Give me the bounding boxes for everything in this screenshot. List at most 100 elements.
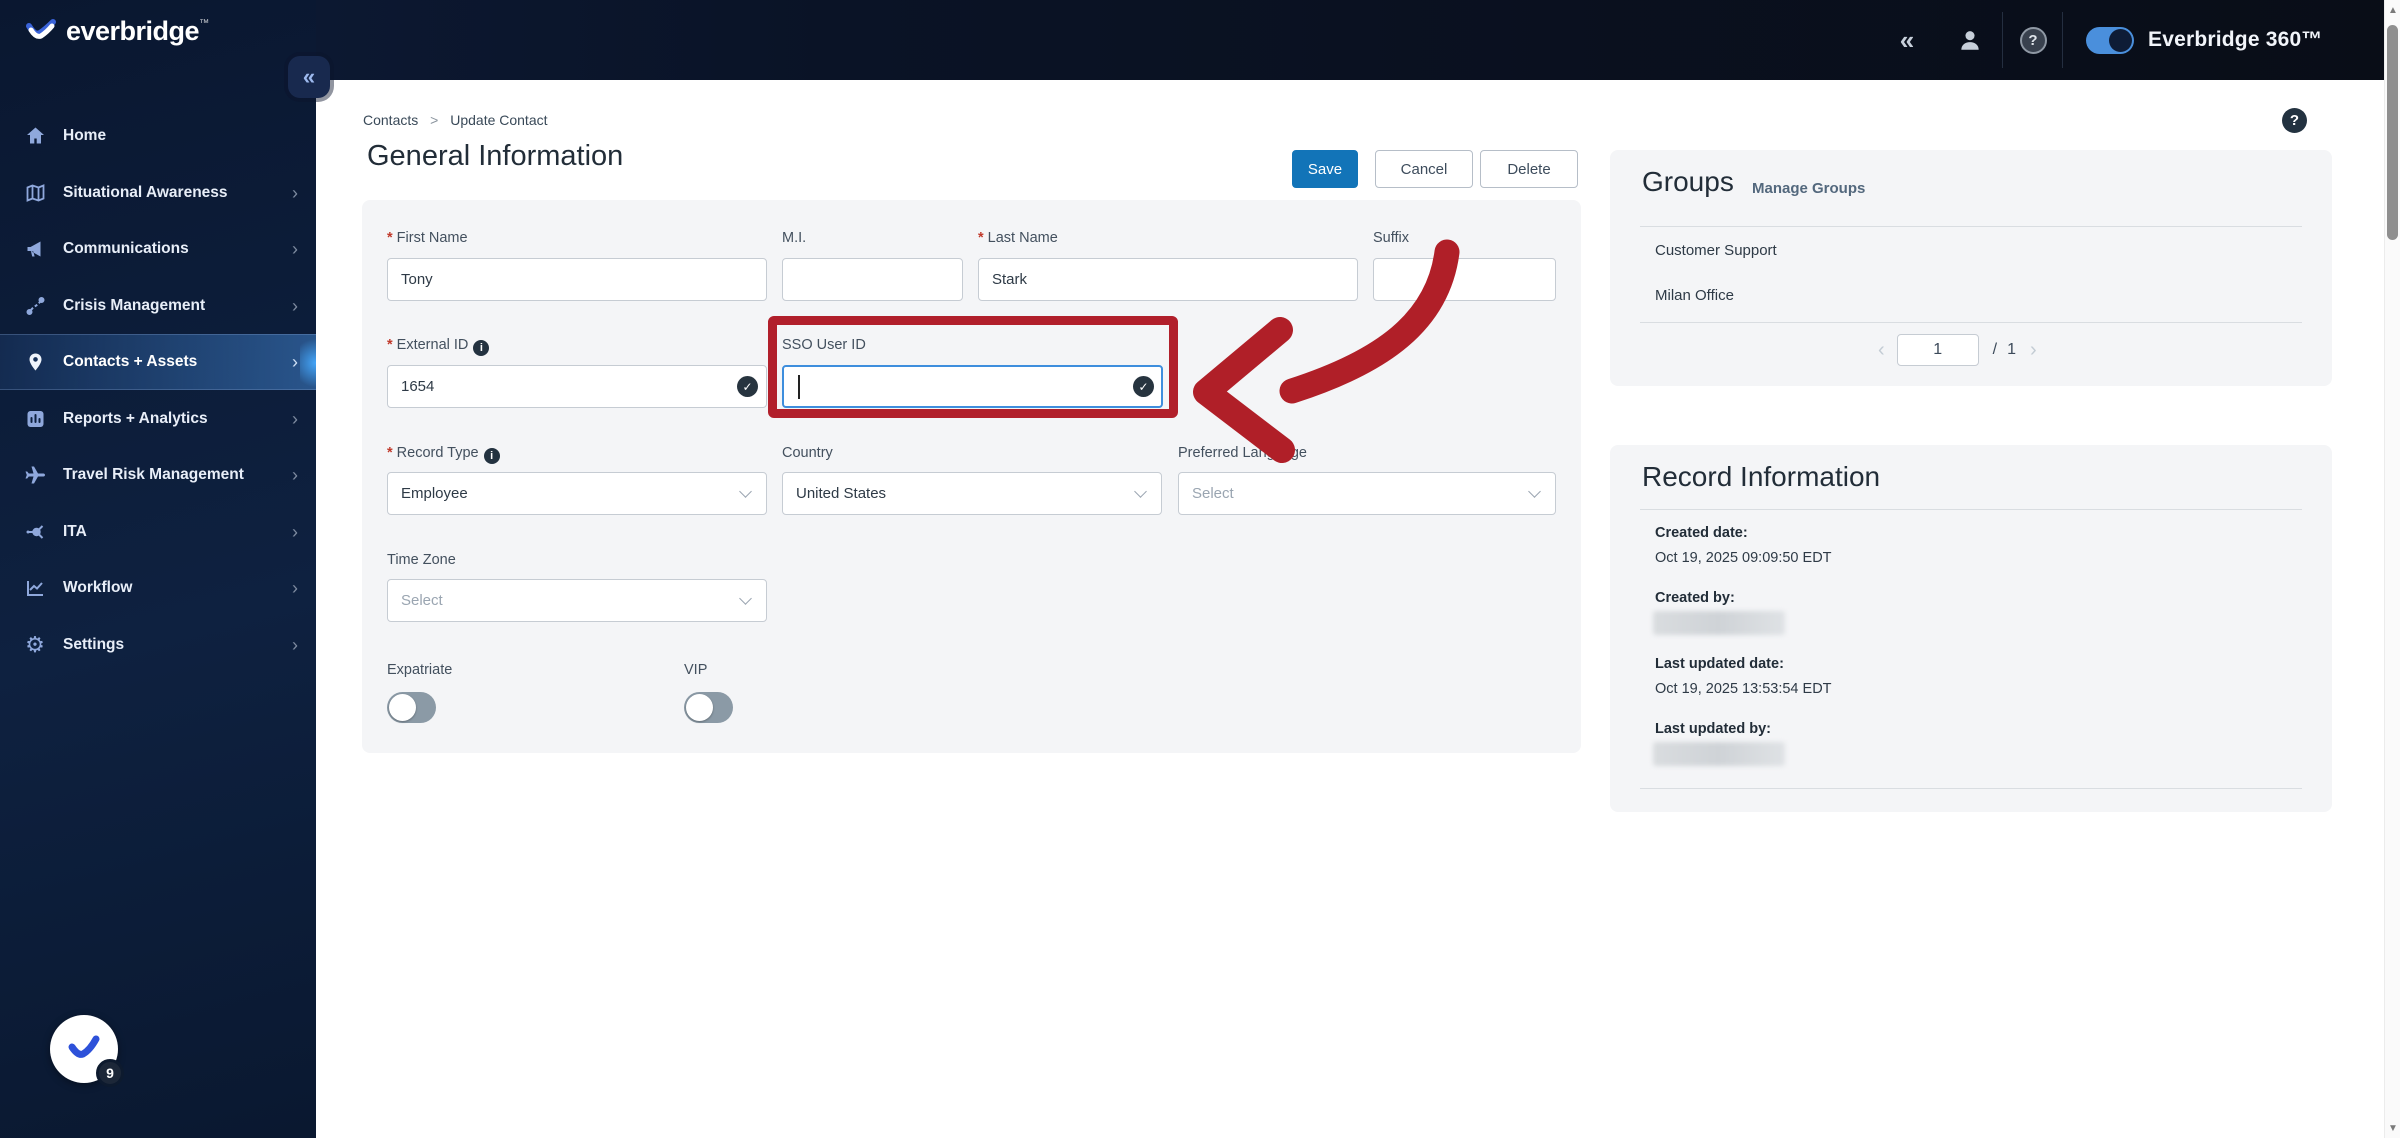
sidebar-item-contacts-assets[interactable]: Contacts + Assets › <box>0 334 316 391</box>
bar-chart-icon <box>22 409 48 429</box>
info-icon[interactable]: i <box>483 448 500 464</box>
breadcrumb: Contacts > Update Contact <box>363 112 548 128</box>
notification-badge: 9 <box>96 1059 124 1087</box>
last-name-input[interactable] <box>978 258 1358 301</box>
network-icon <box>22 522 48 542</box>
scroll-down-icon[interactable]: ▼ <box>2385 1120 2400 1136</box>
sidebar-item-label: ITA <box>63 523 87 540</box>
page-number-input[interactable]: 1 <box>1896 334 1979 366</box>
toggle-knob <box>686 694 713 721</box>
country-select[interactable]: United States <box>782 472 1162 515</box>
time-zone-label: Time Zone <box>387 552 456 568</box>
record-information-card: Record Information Created date: Oct 19,… <box>1610 445 2332 812</box>
chevron-right-icon: › <box>292 182 298 203</box>
preferred-language-select[interactable]: Select <box>1178 472 1556 515</box>
info-icon[interactable]: i <box>473 340 490 356</box>
record-type-select[interactable]: Employee <box>387 472 767 515</box>
page-prev-icon[interactable]: ‹ <box>1878 339 1885 362</box>
created-by-label: Created by: <box>1655 590 1735 606</box>
chevron-right-icon: › <box>292 351 298 372</box>
redacted-value <box>1653 742 1785 766</box>
mi-input[interactable] <box>782 258 963 301</box>
sidebar-item-communications[interactable]: Communications › <box>0 221 316 277</box>
last-updated-by-label: Last updated by: <box>1655 721 1772 737</box>
sso-user-id-input[interactable] <box>782 365 1163 408</box>
help-menu-icon[interactable]: ? <box>2012 0 2054 80</box>
route-icon <box>22 296 48 316</box>
first-name-label: First Name <box>387 230 468 246</box>
breadcrumb-current: Update Contact <box>450 112 548 128</box>
airplane-icon <box>22 465 48 485</box>
chevron-right-icon: › <box>292 577 298 598</box>
page-next-icon[interactable]: › <box>2030 339 2037 362</box>
groups-title: Groups <box>1642 166 1734 197</box>
vip-toggle[interactable] <box>684 692 733 723</box>
preferred-language-label: Preferred Language <box>1178 445 1307 461</box>
sidebar-item-label: Home <box>63 127 107 144</box>
active-item-glow <box>300 335 316 391</box>
header-collapse-icon[interactable]: « <box>1884 0 1930 80</box>
window-scrollbar[interactable]: ▲ ▼ <box>2384 0 2400 1138</box>
scrollbar-thumb[interactable] <box>2387 25 2398 240</box>
everbridge-logo: everbridge ™ <box>22 16 209 48</box>
group-item[interactable]: Milan Office <box>1655 287 1734 304</box>
chevron-right-icon: › <box>292 521 298 542</box>
assistant-fab[interactable]: 9 <box>50 1015 124 1087</box>
save-button[interactable]: Save <box>1292 150 1358 188</box>
line-chart-icon <box>22 578 48 598</box>
record-type-label: Record Typei <box>387 445 500 464</box>
sso-user-id-label: SSO User ID <box>782 337 866 353</box>
toggle-knob <box>389 694 416 721</box>
delete-button[interactable]: Delete <box>1480 150 1578 188</box>
sidebar-item-label: Travel Risk Management <box>63 466 244 483</box>
sidebar-item-label: Contacts + Assets <box>63 353 198 370</box>
scroll-up-icon[interactable]: ▲ <box>2385 2 2400 18</box>
logo-trademark: ™ <box>199 18 210 29</box>
map-pin-icon <box>22 352 48 372</box>
manage-groups-link[interactable]: Manage Groups <box>1752 180 1865 197</box>
card-divider <box>1640 226 2302 227</box>
last-updated-date-value: Oct 19, 2025 13:53:54 EDT <box>1655 681 1832 697</box>
valid-check-icon: ✓ <box>737 376 758 397</box>
page-help-icon[interactable]: ? <box>2282 108 2307 133</box>
external-id-input[interactable] <box>387 365 767 408</box>
breadcrumb-separator: > <box>430 112 439 128</box>
user-profile-icon[interactable] <box>1950 0 1990 80</box>
breadcrumb-contacts-link[interactable]: Contacts <box>363 112 418 128</box>
sidebar-item-situational-awareness[interactable]: Situational Awareness › <box>0 165 316 221</box>
sidebar-item-label: Crisis Management <box>63 297 206 314</box>
record-information-title: Record Information <box>1642 461 1881 492</box>
everbridge-360-toggle[interactable] <box>2086 27 2134 54</box>
sidebar-item-travel-risk-management[interactable]: Travel Risk Management › <box>0 447 316 503</box>
sidebar-item-settings[interactable]: ⚙ Settings › <box>0 617 316 673</box>
chevron-right-icon: › <box>292 238 298 259</box>
general-information-card: First Name M.I. Last Name Suffix Externa… <box>362 200 1581 753</box>
megaphone-icon <box>22 239 48 259</box>
sidebar-item-workflow[interactable]: Workflow › <box>0 560 316 616</box>
gear-icon: ⚙ <box>25 632 45 657</box>
created-date-label: Created date: <box>1655 525 1748 541</box>
external-id-label: External IDi <box>387 337 490 356</box>
first-name-input[interactable] <box>387 258 767 301</box>
page-separator: / <box>1992 341 1998 358</box>
sidebar-item-reports-analytics[interactable]: Reports + Analytics › <box>0 391 316 447</box>
sidebar-collapse-button[interactable]: « <box>288 56 330 98</box>
card-divider <box>1640 322 2302 323</box>
expatriate-label: Expatriate <box>387 662 453 678</box>
chevron-right-icon: › <box>292 408 298 429</box>
time-zone-select[interactable]: Select <box>387 579 767 622</box>
question-mark-icon: ? <box>2019 26 2047 54</box>
suffix-label: Suffix <box>1373 230 1410 246</box>
chevron-down-icon <box>1134 485 1147 498</box>
cancel-button[interactable]: Cancel <box>1375 150 1473 188</box>
sidebar-item-home[interactable]: Home <box>0 108 316 164</box>
vip-label: VIP <box>684 662 708 678</box>
sidebar: everbridge ™ « Home Situational Awarenes… <box>0 0 330 1138</box>
sidebar-item-ita[interactable]: ITA › <box>0 504 316 560</box>
header-divider <box>2062 12 2063 68</box>
suffix-input[interactable] <box>1373 258 1556 301</box>
chevron-right-icon: › <box>292 634 298 655</box>
sidebar-item-crisis-management[interactable]: Crisis Management › <box>0 278 316 334</box>
group-item[interactable]: Customer Support <box>1655 242 1777 259</box>
expatriate-toggle[interactable] <box>387 692 436 723</box>
